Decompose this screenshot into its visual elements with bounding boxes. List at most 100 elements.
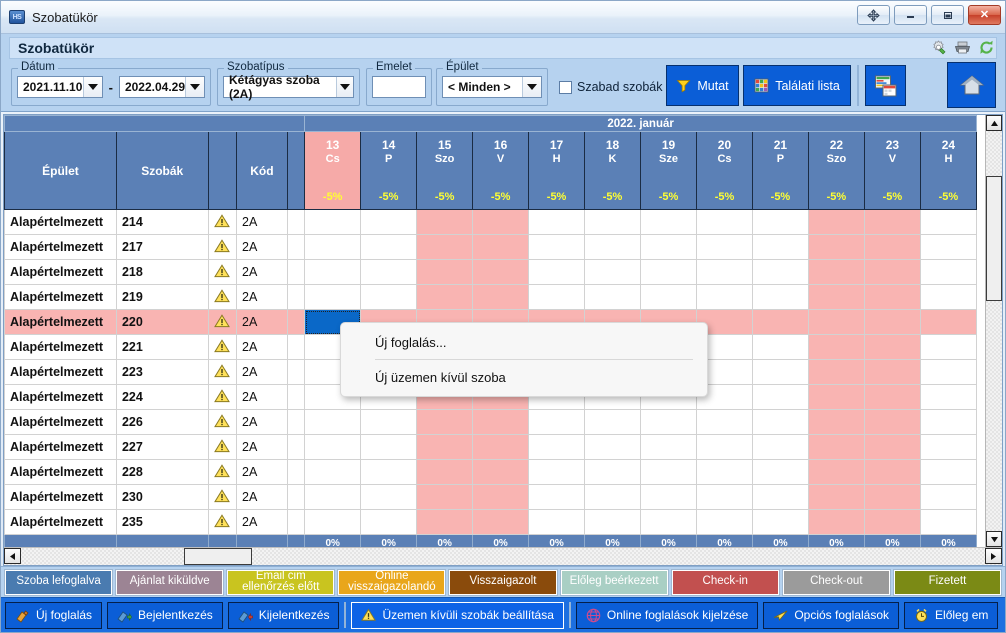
- availability-cell[interactable]: [640, 509, 697, 535]
- availability-cell[interactable]: [695, 409, 753, 435]
- action-j-foglal-s-button[interactable]: Új foglalás: [5, 601, 103, 629]
- cell-status[interactable]: [207, 334, 238, 360]
- roomtype-select[interactable]: Kétágyas szoba (2A): [223, 73, 354, 101]
- legend-chip-3[interactable]: Online visszaigazolandó: [338, 569, 446, 595]
- availability-cell[interactable]: [695, 459, 753, 485]
- availability-cell[interactable]: [807, 384, 865, 410]
- availability-cell[interactable]: [304, 234, 362, 260]
- availability-cell[interactable]: [751, 234, 809, 260]
- action-kijelentkez-s-button[interactable]: Kijelentkezés: [227, 601, 340, 629]
- calendar-report-button[interactable]: [865, 65, 906, 106]
- availability-cell[interactable]: [584, 509, 642, 535]
- cell-status[interactable]: [207, 484, 238, 510]
- availability-cell[interactable]: [472, 434, 530, 460]
- col-header-status[interactable]: [207, 131, 238, 210]
- availability-cell[interactable]: [807, 334, 865, 360]
- availability-cell[interactable]: [751, 409, 809, 435]
- availability-cell[interactable]: [528, 434, 586, 460]
- availability-cell[interactable]: [695, 484, 753, 510]
- availability-cell[interactable]: [695, 284, 753, 310]
- free-rooms-checkbox[interactable]: [559, 80, 572, 94]
- availability-cell[interactable]: [751, 509, 809, 535]
- availability-cell[interactable]: [640, 234, 697, 260]
- date-to-dropdown-icon[interactable]: [185, 77, 204, 97]
- day-header-15[interactable]: 15 Szo -5%: [416, 131, 474, 210]
- availability-cell[interactable]: [751, 284, 809, 310]
- home-button[interactable]: [947, 62, 996, 108]
- availability-cell[interactable]: [304, 284, 362, 310]
- table-row[interactable]: Alapértelmezett 235 2A: [4, 509, 978, 535]
- show-button[interactable]: Mutat: [666, 65, 739, 106]
- day-header-21[interactable]: 21 P -5%: [751, 131, 809, 210]
- availability-cell[interactable]: [528, 234, 586, 260]
- free-rooms-checkbox-group[interactable]: Szabad szobák: [559, 80, 662, 94]
- col-header-rooms[interactable]: Szobák: [115, 131, 209, 210]
- availability-cell[interactable]: [863, 484, 921, 510]
- availability-cell[interactable]: [863, 459, 921, 485]
- availability-cell[interactable]: [528, 509, 586, 535]
- legend-chip-6[interactable]: Check-in: [671, 569, 779, 595]
- ctx-new-out-of-order-room[interactable]: Új üzemen kívül szoba: [341, 364, 707, 390]
- availability-cell[interactable]: [472, 484, 530, 510]
- availability-cell[interactable]: [640, 409, 697, 435]
- availability-cell[interactable]: [640, 459, 697, 485]
- availability-cell[interactable]: [472, 209, 530, 235]
- table-row[interactable]: Alapértelmezett 214 2A: [4, 209, 978, 235]
- availability-cell[interactable]: [472, 459, 530, 485]
- cell-status[interactable]: [207, 309, 238, 335]
- action-bejelentkez-s-button[interactable]: Bejelentkezés: [107, 601, 223, 629]
- availability-cell[interactable]: [919, 209, 978, 235]
- cell-status[interactable]: [207, 284, 238, 310]
- availability-cell[interactable]: [863, 359, 921, 385]
- availability-cell[interactable]: [919, 484, 978, 510]
- availability-cell[interactable]: [695, 434, 753, 460]
- availability-cell[interactable]: [807, 459, 865, 485]
- day-header-23[interactable]: 23 V -5%: [863, 131, 921, 210]
- legend-chip-0[interactable]: Szoba lefoglalva: [5, 569, 113, 595]
- availability-cell[interactable]: [807, 259, 865, 285]
- availability-cell[interactable]: [528, 459, 586, 485]
- close-button[interactable]: ✕: [968, 5, 1001, 25]
- availability-cell[interactable]: [304, 434, 362, 460]
- availability-cell[interactable]: [304, 484, 362, 510]
- availability-cell[interactable]: [863, 234, 921, 260]
- availability-cell[interactable]: [304, 509, 362, 535]
- date-from-dropdown-icon[interactable]: [82, 77, 102, 97]
- availability-cell[interactable]: [360, 459, 418, 485]
- availability-cell[interactable]: [863, 509, 921, 535]
- cell-status[interactable]: [207, 409, 238, 435]
- availability-cell[interactable]: [584, 484, 642, 510]
- availability-cell[interactable]: [919, 509, 978, 535]
- table-row[interactable]: Alapértelmezett 226 2A: [4, 409, 978, 435]
- availability-cell[interactable]: [807, 409, 865, 435]
- availability-cell[interactable]: [360, 259, 418, 285]
- building-select[interactable]: < Minden >: [442, 76, 542, 98]
- cell-status[interactable]: [207, 234, 238, 260]
- availability-cell[interactable]: [751, 259, 809, 285]
- availability-cell[interactable]: [919, 334, 978, 360]
- availability-cell[interactable]: [472, 509, 530, 535]
- day-header-14[interactable]: 14 P -5%: [360, 131, 418, 210]
- floor-input[interactable]: [372, 76, 426, 98]
- availability-cell[interactable]: [304, 409, 362, 435]
- availability-cell[interactable]: [919, 359, 978, 385]
- availability-cell[interactable]: [640, 209, 697, 235]
- cell-status[interactable]: [207, 259, 238, 285]
- availability-cell[interactable]: [640, 284, 697, 310]
- legend-chip-2[interactable]: Email cim ellenőrzés előtt: [227, 569, 335, 595]
- availability-cell[interactable]: [863, 334, 921, 360]
- scroll-up-button[interactable]: [986, 115, 1002, 131]
- maximize-button[interactable]: [931, 5, 964, 25]
- availability-cell[interactable]: [751, 359, 809, 385]
- availability-cell[interactable]: [695, 234, 753, 260]
- availability-cell[interactable]: [807, 509, 865, 535]
- availability-cell[interactable]: [863, 384, 921, 410]
- day-header-19[interactable]: 19 Sze -5%: [640, 131, 697, 210]
- availability-cell[interactable]: [304, 259, 362, 285]
- availability-cell[interactable]: [528, 259, 586, 285]
- scroll-down-button[interactable]: [986, 531, 1002, 547]
- table-row[interactable]: Alapértelmezett 218 2A: [4, 259, 978, 285]
- cell-status[interactable]: [207, 509, 238, 535]
- minimize-button[interactable]: [894, 5, 927, 25]
- legend-chip-1[interactable]: Ajánlat kiküldve: [116, 569, 224, 595]
